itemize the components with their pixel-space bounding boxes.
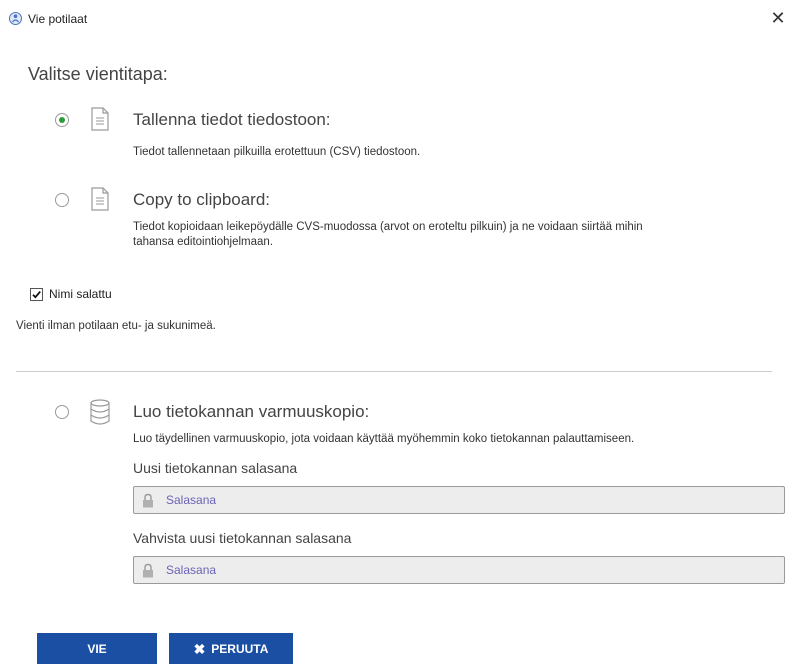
document-icon [91, 107, 109, 131]
window-title: Vie potilaat [28, 12, 88, 26]
database-backup-description: Luo täydellinen varmuuskopio, jota voida… [133, 433, 635, 445]
new-password-label: Uusi tietokannan salasana [133, 460, 298, 476]
title-bar: Vie potilaat ✕ [0, 0, 791, 36]
lock-icon [143, 563, 153, 578]
divider [16, 371, 772, 372]
document-icon [91, 187, 109, 211]
close-icon: ✖ [193, 641, 206, 657]
lock-icon [143, 493, 153, 508]
confirm-password-input[interactable] [166, 557, 766, 583]
copy-to-clipboard-radio[interactable] [55, 193, 69, 207]
export-button[interactable]: VIE [37, 633, 157, 664]
confirm-password-label: Vahvista uusi tietokannan salasana [133, 530, 352, 546]
database-backup-title: Luo tietokannan varmuuskopio: [133, 402, 370, 421]
new-password-field[interactable] [133, 486, 785, 514]
confirm-password-field[interactable] [133, 556, 785, 584]
close-button[interactable]: ✕ [768, 8, 788, 28]
export-patients-dialog: Vie potilaat ✕ Valitse vientitapa: Talle… [0, 0, 791, 664]
app-icon [9, 12, 22, 25]
cancel-button-label: PERUUTA [211, 642, 269, 656]
save-to-file-title: Tallenna tiedot tiedostoon: [133, 110, 331, 129]
cancel-button[interactable]: ✖ PERUUTA [169, 633, 293, 664]
new-password-input[interactable] [166, 487, 766, 513]
save-to-file-description: Tiedot tallennetaan pilkuilla erotettuun… [133, 146, 421, 158]
name-encrypted-note: Vienti ilman potilaan etu- ja sukunimeä. [16, 320, 216, 332]
page-title: Valitse vientitapa: [28, 64, 168, 84]
export-button-label: VIE [87, 642, 107, 656]
name-encrypted-checkbox[interactable] [30, 288, 43, 301]
copy-to-clipboard-description-line1: Tiedot kopioidaan leikepöydälle CVS-muod… [133, 221, 643, 233]
database-icon [90, 399, 110, 425]
checkmark-icon [32, 291, 41, 299]
copy-to-clipboard-title: Copy to clipboard: [133, 190, 271, 209]
database-backup-radio[interactable] [55, 405, 69, 419]
name-encrypted-label: Nimi salattu [49, 287, 112, 301]
save-to-file-radio[interactable] [55, 113, 69, 127]
copy-to-clipboard-description-line2: tahansa editointiohjelmaan. [133, 236, 274, 248]
close-icon: ✕ [770, 8, 786, 28]
